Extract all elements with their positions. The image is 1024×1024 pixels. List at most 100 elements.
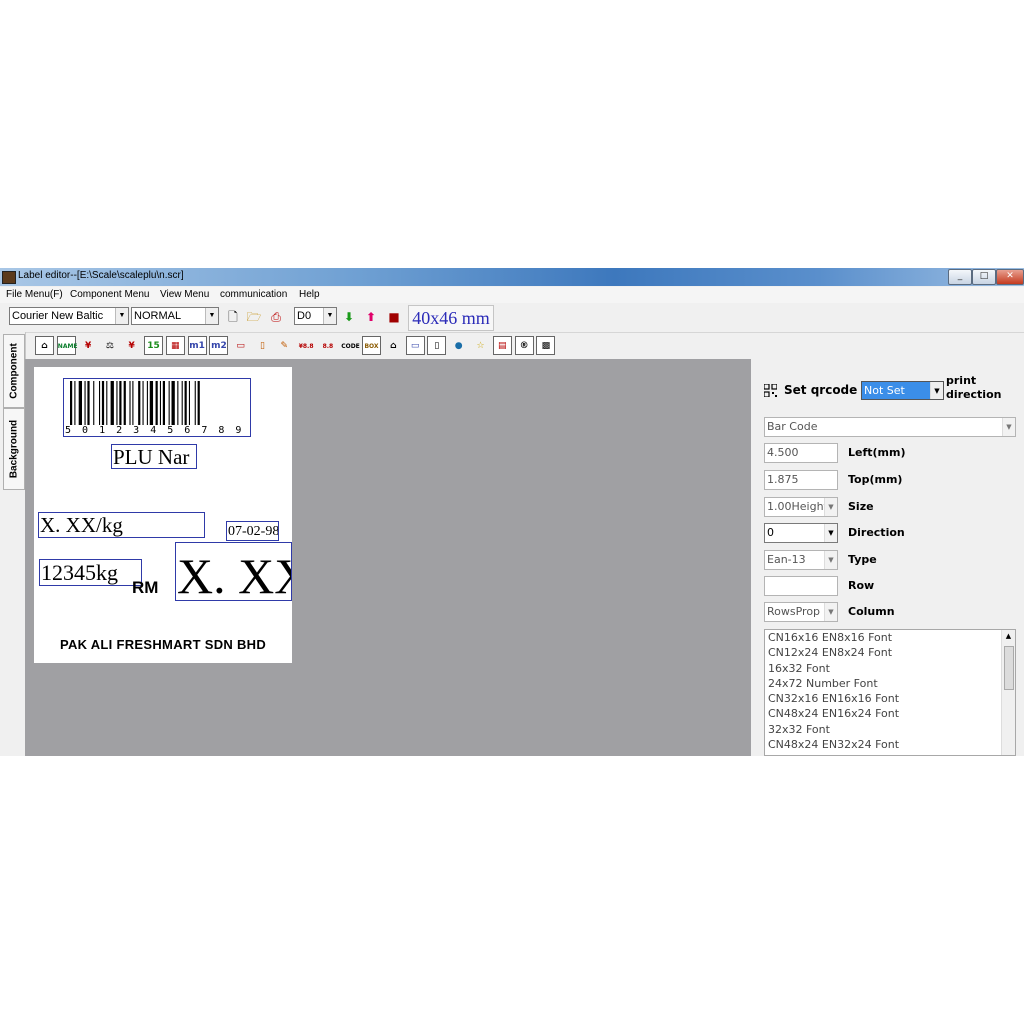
barcode-bars — [70, 381, 200, 425]
chevron-down-icon: ▼ — [824, 551, 837, 569]
upload-icon[interactable]: ⬆ — [363, 309, 379, 325]
exit-icon[interactable]: ■ — [386, 309, 402, 325]
component-toolbar: ⌂ NAME ¥ ⚖ ¥15 ▦ m1 m2 ▭ ▯ ✎ ¥8.8 8.8 CODE BOX ⌂ ▭ ▯ ● ☆ ▤ ® ▩ — [0, 333, 1024, 359]
image-icon[interactable]: ▭ — [405, 336, 425, 355]
direction-select[interactable]: 0 ▼ — [764, 523, 838, 543]
package-icon[interactable]: ▯ — [253, 336, 272, 355]
new-file-icon[interactable]: 🗋 — [225, 309, 241, 325]
close-button[interactable]: ✕ — [996, 269, 1024, 285]
row-label: Row — [848, 579, 875, 592]
font-list-scrollbar[interactable]: ▲ — [1001, 630, 1015, 755]
scroll-up-icon[interactable]: ▲ — [1002, 630, 1015, 642]
tab-background[interactable]: Background — [3, 408, 25, 490]
scale-icon[interactable]: ⚖ — [100, 336, 119, 355]
list-item[interactable]: CN32x16 EN16x16 Font — [765, 691, 1015, 706]
title-bar: Label editor--[E:\Scale\scaleplu\n.scr] … — [0, 268, 1024, 286]
plu-name-field[interactable]: PLU Nar — [111, 444, 197, 469]
size-label: Size — [848, 500, 874, 513]
row-input[interactable] — [764, 576, 838, 596]
scroll-thumb[interactable] — [1004, 646, 1014, 690]
top-input[interactable]: 1.875 — [764, 470, 838, 490]
name-icon[interactable]: NAME — [56, 336, 78, 355]
globe-icon[interactable]: ● — [449, 336, 468, 355]
list-item[interactable]: CN16x16 EN8x16 Font — [765, 630, 1015, 645]
menu-bar: File Menu(F) Component Menu View Menu co… — [0, 287, 1024, 303]
qrcode-icon — [763, 383, 778, 398]
menu-help[interactable]: Help — [299, 289, 320, 300]
chevron-down-icon: ▼ — [824, 603, 837, 621]
label-editor-window: Label editor--[E:\Scale\scaleplu\n.scr] … — [0, 268, 1024, 756]
shop-icon[interactable]: ⌂ — [35, 336, 54, 355]
menu-component[interactable]: Component Menu — [70, 289, 150, 300]
left-input[interactable]: 4.500 — [764, 443, 838, 463]
list-item[interactable]: 24x72 Number Font — [765, 676, 1015, 691]
window-title: Label editor--[E:\Scale\scaleplu\n.scr] — [18, 270, 184, 281]
component-type-value: Bar Code — [767, 420, 818, 433]
phone-icon[interactable]: ▯ — [427, 336, 447, 355]
barcode-field[interactable]: 5 0 1 2 3 4 5 6 7 8 9 0 0 — [63, 378, 251, 437]
chevron-down-icon: ▼ — [323, 308, 336, 324]
list-item[interactable]: 16x32 Font — [765, 661, 1015, 676]
number-15-icon[interactable]: 15 — [144, 336, 163, 355]
font-select[interactable]: Courier New Baltic ▼ — [9, 307, 129, 325]
chevron-down-icon: ▼ — [824, 498, 837, 516]
weight-field[interactable]: 12345kg — [39, 559, 142, 586]
label-page: 5 0 1 2 3 4 5 6 7 8 9 0 0 PLU Nar X. XX/… — [34, 367, 292, 663]
print-direction-label: print direction — [946, 374, 1002, 401]
yen-icon[interactable]: ¥ — [122, 336, 141, 355]
unit-price-field[interactable]: X. XX/kg — [38, 512, 205, 538]
menu-view[interactable]: View Menu — [160, 289, 209, 300]
size-select[interactable]: 1.00Height ▼ — [764, 497, 838, 517]
download-icon[interactable]: ⬇ — [341, 309, 357, 325]
house-icon[interactable]: ⌂ — [384, 336, 403, 355]
qrcode-select-value: Not Set — [864, 384, 905, 397]
left-label: Left(mm) — [848, 446, 906, 459]
type-label: Type — [848, 553, 877, 566]
chevron-down-icon: ▼ — [930, 382, 943, 399]
font-select-value: Courier New Baltic — [12, 310, 104, 322]
list-item[interactable]: 32x32 Font — [765, 722, 1015, 737]
date-icon[interactable]: ▦ — [165, 336, 185, 355]
date-field[interactable]: 07-02-98 — [226, 521, 279, 541]
barcode-code-icon[interactable]: CODE — [340, 336, 360, 355]
open-folder-icon[interactable]: 🗁 — [246, 309, 262, 325]
design-canvas[interactable]: 5 0 1 2 3 4 5 6 7 8 9 0 0 PLU Nar X. XX/… — [25, 359, 751, 756]
tray-icon[interactable]: ▭ — [231, 336, 250, 355]
registered-icon[interactable]: ® — [514, 336, 534, 355]
company-name[interactable]: PAK ALI FRESHMART SDN BHD — [34, 637, 292, 652]
menu-communication[interactable]: communication — [220, 289, 287, 300]
printer-select[interactable]: D0 ▼ — [294, 307, 337, 325]
star-icon[interactable]: ☆ — [471, 336, 490, 355]
price-icon[interactable]: ¥8.8 — [297, 336, 316, 355]
memo2-icon[interactable]: m2 — [209, 336, 229, 355]
barcode-digits: 5 0 1 2 3 4 5 6 7 8 9 0 0 — [65, 425, 250, 436]
top-label: Top(mm) — [848, 473, 903, 486]
chevron-down-icon: ▼ — [115, 308, 128, 324]
list-item[interactable]: CN48x24 EN32x24 Font — [765, 737, 1015, 752]
edit-icon[interactable]: ✎ — [275, 336, 294, 355]
price-per-kg-icon[interactable]: ¥ — [79, 336, 98, 355]
battery-icon[interactable]: ▤ — [492, 336, 512, 355]
maximize-button[interactable]: □ — [972, 269, 996, 285]
box-icon[interactable]: BOX — [362, 336, 381, 355]
menu-file[interactable]: File Menu(F) — [6, 289, 63, 300]
font-list[interactable]: CN16x16 EN8x16 Font CN12x24 EN8x24 Font 16… — [764, 629, 1016, 756]
tab-component[interactable]: Component — [3, 334, 25, 408]
qrcode-icon[interactable]: ▩ — [536, 336, 556, 355]
list-item[interactable]: CN48x24 EN16x24 Font — [765, 706, 1015, 721]
save-icon[interactable]: ⎙ — [268, 309, 284, 325]
minimize-button[interactable]: _ — [948, 269, 972, 285]
component-type-select[interactable]: Bar Code ▼ — [764, 417, 1016, 437]
weight-kg-icon[interactable]: 8.8 — [318, 336, 337, 355]
total-price-field[interactable]: X. XX — [175, 542, 292, 601]
column-select-value: RowsProp — [767, 605, 821, 618]
type-select[interactable]: Ean-13 ▼ — [764, 550, 838, 570]
qrcode-select[interactable]: Not Set ▼ — [861, 381, 944, 400]
column-select[interactable]: RowsProp ▼ — [764, 602, 838, 622]
memo1-icon[interactable]: m1 — [187, 336, 207, 355]
printer-select-value: D0 — [297, 310, 312, 322]
currency-label[interactable]: RM — [132, 578, 158, 598]
size-select-value: 1.00Height — [767, 500, 828, 513]
list-item[interactable]: CN12x24 EN8x24 Font — [765, 645, 1015, 660]
style-select[interactable]: NORMAL ▼ — [131, 307, 219, 325]
